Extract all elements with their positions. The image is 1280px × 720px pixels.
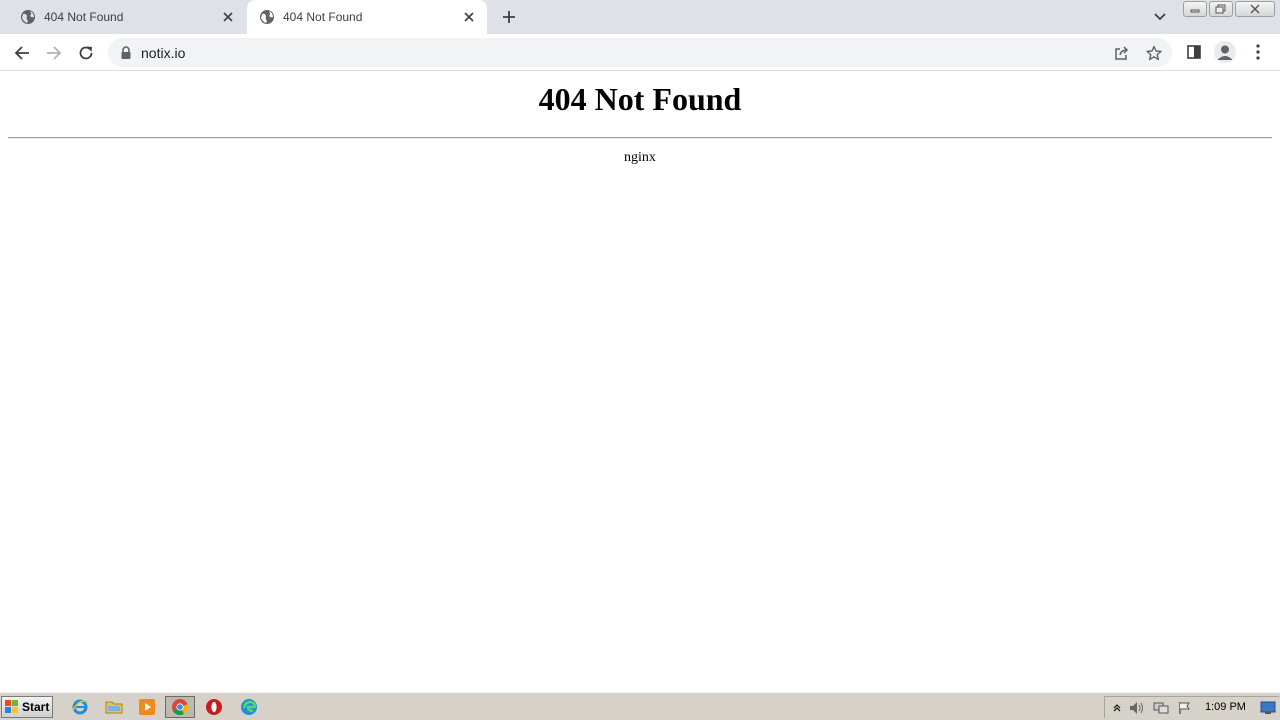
page-title: 404 Not Found xyxy=(538,81,742,117)
tab-active[interactable]: 404 Not Found xyxy=(247,0,487,34)
reload-icon xyxy=(79,46,93,60)
close-icon[interactable] xyxy=(461,9,477,25)
person-icon xyxy=(1217,45,1233,60)
lock-icon[interactable] xyxy=(120,45,132,60)
network-icon[interactable] xyxy=(1153,700,1169,716)
volume-icon[interactable] xyxy=(1129,700,1145,716)
globe-icon xyxy=(20,9,36,25)
arrow-right-icon xyxy=(47,46,62,60)
chevron-down-icon xyxy=(1154,13,1166,21)
minimize-button[interactable] xyxy=(1183,1,1207,17)
close-icon xyxy=(1250,4,1260,14)
restore-icon xyxy=(1215,4,1226,14)
page-content: 404 Not Found nginx ANY RUN xyxy=(0,72,1280,720)
maximize-button[interactable] xyxy=(1209,1,1233,17)
bookmark-star-icon[interactable] xyxy=(1145,44,1163,62)
tab-strip: 404 Not Found 404 Not Found xyxy=(0,0,1280,34)
share-icon[interactable] xyxy=(1113,44,1131,62)
opera-icon[interactable] xyxy=(203,697,225,717)
chevron-up-icon[interactable] xyxy=(1109,700,1125,716)
media-player-icon[interactable] xyxy=(136,697,158,717)
tab-inactive[interactable]: 404 Not Found xyxy=(8,0,246,34)
chrome-icon[interactable] xyxy=(165,696,195,718)
tab-title: 404 Not Found xyxy=(44,10,124,24)
window-controls xyxy=(1183,1,1277,18)
menu-kebab-icon[interactable] xyxy=(1248,42,1268,62)
start-label: Start xyxy=(22,700,50,714)
divider xyxy=(8,137,1272,139)
folder-icon[interactable] xyxy=(103,697,125,717)
show-desktop-icon[interactable] xyxy=(1260,700,1276,716)
side-panel-icon[interactable] xyxy=(1184,42,1204,62)
new-tab-button[interactable] xyxy=(498,6,520,28)
close-window-button[interactable] xyxy=(1235,1,1275,17)
globe-icon xyxy=(259,9,275,25)
ie-icon[interactable] xyxy=(69,697,91,717)
tab-title: 404 Not Found xyxy=(283,10,363,24)
plus-icon xyxy=(503,11,515,23)
taskbar: Start 1:09 PM xyxy=(0,692,1280,720)
server-name: nginx xyxy=(624,150,656,165)
reload-button[interactable] xyxy=(73,40,99,66)
tab-search-button[interactable] xyxy=(1150,8,1170,26)
close-icon[interactable] xyxy=(220,9,236,25)
forward-button[interactable] xyxy=(41,40,67,66)
start-button[interactable]: Start xyxy=(1,696,53,718)
minimize-icon xyxy=(1190,9,1200,13)
arrow-left-icon xyxy=(14,46,29,60)
clock: 1:09 PM xyxy=(1205,701,1246,713)
system-tray: 1:09 PM xyxy=(1104,696,1279,718)
flag-icon[interactable] xyxy=(1177,700,1193,716)
browser-toolbar xyxy=(0,34,1280,71)
profile-avatar[interactable] xyxy=(1214,41,1236,63)
back-button[interactable] xyxy=(9,40,35,66)
edge-icon[interactable] xyxy=(238,697,260,717)
address-bar[interactable] xyxy=(108,38,1172,67)
url-input[interactable] xyxy=(141,44,1041,61)
windows-logo-icon xyxy=(5,700,18,713)
